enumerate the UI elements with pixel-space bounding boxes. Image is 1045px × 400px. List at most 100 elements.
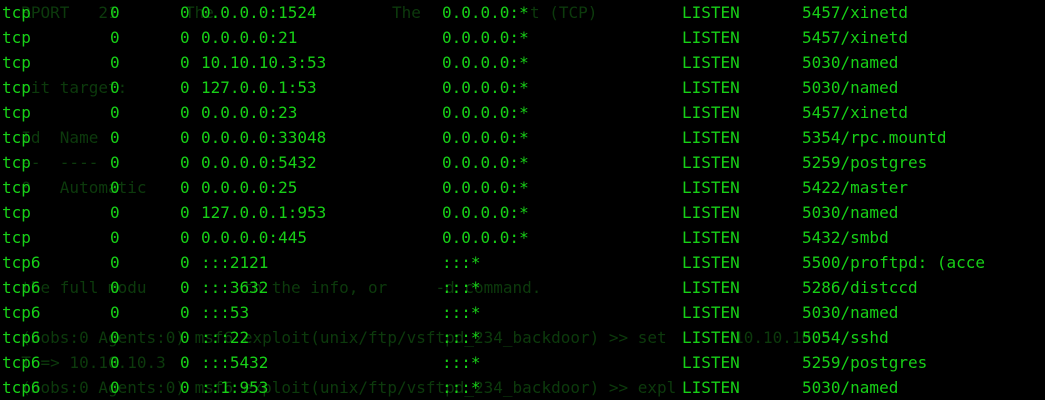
local-address-cell: 0.0.0.0:33048 [201,128,327,147]
state-cell: LISTEN [682,278,740,297]
recv-q-cell: 0 [110,203,120,222]
state-cell: LISTEN [682,153,740,172]
netstat-row: tcp6 0 0:::3632:::* LISTEN 5286/distccd [0,275,1045,300]
local-address-cell: :::5432 [201,353,269,372]
foreign-address-cell: :::* [442,303,481,322]
foreign-address-cell: :::* [442,328,481,347]
netstat-row: tcp6 0 0:::2121:::* LISTEN 5500/proftpd: (ac… [0,250,1045,275]
foreign-address-cell: :::* [442,278,481,297]
foreign-address-cell: :::* [442,378,481,397]
state-cell: LISTEN [682,328,740,347]
state-cell: LISTEN [682,128,740,147]
recv-q-cell: 0 [110,153,120,172]
netstat-row: tcp 0 0 0.0.0.0:25 0.0.0.0:* LISTEN 5422/maste… [0,175,1045,200]
send-q-cell: 0 [180,178,190,197]
local-address-cell: :::22 [201,328,250,347]
netstat-row: tcp 0 0 0.0.0.0:1524 0.0.0.0:* LISTEN 5457/xin… [0,0,1045,25]
netstat-row: tcp 0 0 0.0.0.0:445 0.0.0.0:* LISTEN 5432/smbd [0,225,1045,250]
protocol-cell: tcp [2,78,31,97]
netstat-row: tcp 0 0 0.0.0.0:5432 0.0.0.0:* LISTEN 5259/pos… [0,150,1045,175]
pid-program-cell: 5354/rpc.mountd [802,128,947,147]
pid-program-cell: 5422/master [802,178,908,197]
protocol-cell: tcp [2,3,31,22]
netstat-output[interactable]: tcp 0 0 0.0.0.0:1524 0.0.0.0:* LISTEN 5457/xin… [0,0,1045,400]
state-cell: LISTEN [682,203,740,222]
state-cell: LISTEN [682,78,740,97]
local-address-cell: 0.0.0.0:445 [201,228,307,247]
foreign-address-cell: 0.0.0.0:* [442,103,529,122]
send-q-cell: 0 [180,153,190,172]
state-cell: LISTEN [682,28,740,47]
protocol-cell: tcp6 [2,253,41,272]
netstat-row: tcp 0 0 0.0.0.0:33048 0.0.0.0:* LISTEN 5354/rp… [0,125,1045,150]
send-q-cell: 0 [180,103,190,122]
recv-q-cell: 0 [110,28,120,47]
local-address-cell: 10.10.10.3:53 [201,53,327,72]
foreign-address-cell: 0.0.0.0:* [442,53,529,72]
pid-program-cell: 5457/xinetd [802,28,908,47]
local-address-cell: 0.0.0.0:25 [201,178,298,197]
protocol-cell: tcp6 [2,278,41,297]
state-cell: LISTEN [682,378,740,397]
state-cell: LISTEN [682,3,740,22]
local-address-cell: 0.0.0.0:5432 [201,153,317,172]
recv-q-cell: 0 [110,253,120,272]
send-q-cell: 0 [180,253,190,272]
send-q-cell: 0 [180,278,190,297]
foreign-address-cell: 0.0.0.0:* [442,128,529,147]
recv-q-cell: 0 [110,353,120,372]
netstat-row: tcp 0 0 127.0.0.1:953 0.0.0.0:* LISTEN 5030/na… [0,200,1045,225]
netstat-row: tcp 0 0 127.0.0.1:53 0.0.0.0:* LISTEN 5030/nam… [0,75,1045,100]
pid-program-cell: 5500/proftpd: (acce [802,253,986,272]
recv-q-cell: 0 [110,328,120,347]
local-address-cell: 0.0.0.0:1524 [201,3,317,22]
protocol-cell: tcp6 [2,353,41,372]
pid-program-cell: 5286/distccd [802,278,918,297]
recv-q-cell: 0 [110,78,120,97]
local-address-cell: 127.0.0.1:53 [201,78,317,97]
protocol-cell: tcp [2,153,31,172]
pid-program-cell: 5030/named [802,53,899,72]
send-q-cell: 0 [180,228,190,247]
send-q-cell: 0 [180,328,190,347]
foreign-address-cell: 0.0.0.0:* [442,153,529,172]
recv-q-cell: 0 [110,278,120,297]
send-q-cell: 0 [180,53,190,72]
send-q-cell: 0 [180,78,190,97]
pid-program-cell: 5259/postgres [802,153,928,172]
local-address-cell: :::3632 [201,278,269,297]
protocol-cell: tcp [2,103,31,122]
pid-program-cell: 5457/xinetd [802,103,908,122]
netstat-row: tcp6 0 0:::53:::* LISTEN 5030/named [0,300,1045,325]
foreign-address-cell: 0.0.0.0:* [442,78,529,97]
foreign-address-cell: 0.0.0.0:* [442,3,529,22]
netstat-row: tcp 0 0 0.0.0.0:21 0.0.0.0:* LISTEN 5457/xinet… [0,25,1045,50]
send-q-cell: 0 [180,128,190,147]
send-q-cell: 0 [180,28,190,47]
recv-q-cell: 0 [110,228,120,247]
netstat-row: tcp 0 0 10.10.10.3:53 0.0.0.0:* LISTEN 5030/na… [0,50,1045,75]
recv-q-cell: 0 [110,103,120,122]
pid-program-cell: 5030/named [802,78,899,97]
foreign-address-cell: :::* [442,253,481,272]
pid-program-cell: 5030/named [802,303,899,322]
state-cell: LISTEN [682,178,740,197]
state-cell: LISTEN [682,253,740,272]
pid-program-cell: 5030/named [802,378,899,397]
pid-program-cell: 5030/named [802,203,899,222]
foreign-address-cell: 0.0.0.0:* [442,178,529,197]
protocol-cell: tcp [2,228,31,247]
pid-program-cell: 5259/postgres [802,353,928,372]
send-q-cell: 0 [180,203,190,222]
protocol-cell: tcp6 [2,303,41,322]
foreign-address-cell: 0.0.0.0:* [442,203,529,222]
foreign-address-cell: 0.0.0.0:* [442,28,529,47]
netstat-row: tcp6 0 0::1:953:::* LISTEN 5030/named [0,375,1045,400]
recv-q-cell: 0 [110,128,120,147]
send-q-cell: 0 [180,303,190,322]
state-cell: LISTEN [682,53,740,72]
foreign-address-cell: 0.0.0.0:* [442,228,529,247]
netstat-row: tcp6 0 0:::22:::* LISTEN 5054/sshd [0,325,1045,350]
recv-q-cell: 0 [110,53,120,72]
recv-q-cell: 0 [110,3,120,22]
